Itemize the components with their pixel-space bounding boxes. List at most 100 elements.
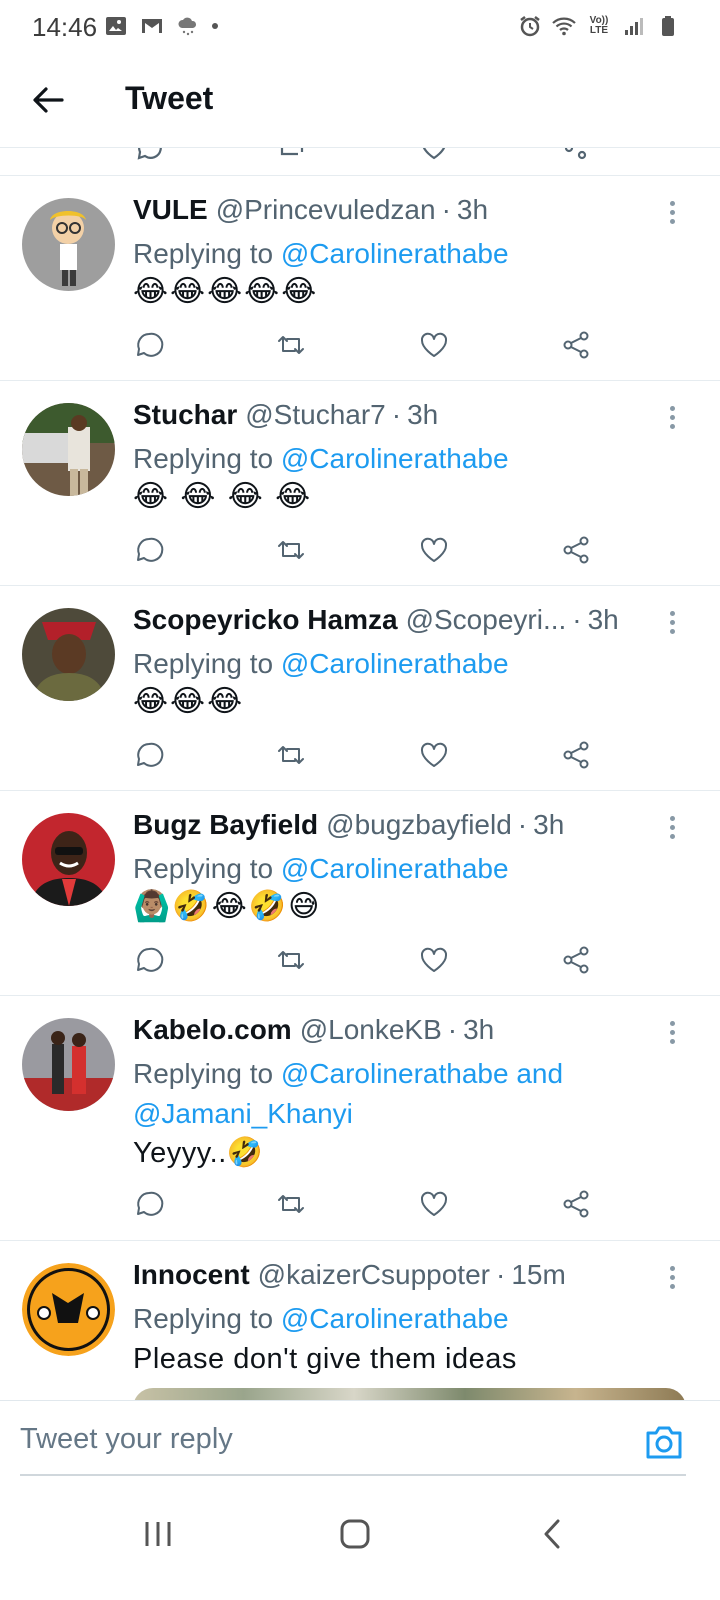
reply-icon[interactable] xyxy=(133,329,167,363)
retweet-icon[interactable] xyxy=(275,329,309,363)
retweet-icon[interactable] xyxy=(278,148,306,162)
avatar[interactable] xyxy=(22,198,115,291)
share-icon[interactable] xyxy=(560,534,594,568)
author-name[interactable]: Bugz Bayfield xyxy=(133,809,318,841)
back-icon xyxy=(544,1519,560,1549)
replying-prefix: Replying to xyxy=(133,238,281,269)
author-handle[interactable]: @Princevuledzan xyxy=(216,194,436,226)
author-name[interactable]: Kabelo.com xyxy=(133,1014,292,1046)
tweet-actions xyxy=(133,534,603,570)
author-name[interactable]: VULE xyxy=(133,194,208,226)
reply-icon[interactable] xyxy=(133,739,167,773)
share-icon[interactable] xyxy=(560,739,594,773)
reply-icon[interactable] xyxy=(133,944,167,978)
app-header: Tweet xyxy=(0,56,720,148)
tweet-text: 😂 😂 😂 😂 xyxy=(133,480,313,513)
replying-to: Replying to @Carolinerathabe xyxy=(133,849,660,889)
page-title: Tweet xyxy=(125,80,214,116)
like-icon[interactable] xyxy=(418,534,452,568)
composer-underline xyxy=(20,1474,686,1476)
status-bar: 14:46 Vo)) LTE xyxy=(0,0,720,56)
share-icon[interactable] xyxy=(560,944,594,978)
weather-icon xyxy=(176,14,200,38)
reply-input[interactable] xyxy=(20,1413,620,1465)
reply-icon[interactable] xyxy=(133,534,167,568)
tweet-header: Bugz Bayfield @bugzbayfield · 3h xyxy=(133,809,670,845)
tweet-text: 😂😂😂😂😂 xyxy=(133,275,319,308)
back-arrow-button[interactable] xyxy=(26,78,70,122)
like-icon[interactable] xyxy=(418,1188,452,1222)
author-handle[interactable]: @bugzbayfield xyxy=(326,809,512,841)
avatar[interactable] xyxy=(22,1263,115,1356)
tweet[interactable]: Stuchar @Stuchar7 · 3h Replying to @Caro… xyxy=(0,381,720,586)
share-icon[interactable] xyxy=(560,1188,594,1222)
replies-feed[interactable]: VULE @Princevuledzan · 3h Replying to @C… xyxy=(0,148,720,1428)
replying-prefix: Replying to xyxy=(133,1058,281,1089)
tweet-header: VULE @Princevuledzan · 3h xyxy=(133,194,670,230)
mention-link[interactable]: @Carolinerathabe xyxy=(281,238,509,269)
more-options-button[interactable] xyxy=(660,608,684,638)
tweet-time: 3h xyxy=(456,194,489,225)
retweet-icon[interactable] xyxy=(275,944,309,978)
more-options-button[interactable] xyxy=(660,813,684,843)
like-icon[interactable] xyxy=(418,739,452,773)
author-handle[interactable]: @kaizerCsuppoter xyxy=(258,1259,490,1291)
tweet[interactable]: Kabelo.com @LonkeKB · 3h Replying to @Ca… xyxy=(0,996,720,1241)
mention-link[interactable]: @Carolinerathabe xyxy=(281,853,509,884)
like-icon[interactable] xyxy=(418,944,452,978)
nav-back-button[interactable] xyxy=(530,1510,578,1558)
author-handle[interactable]: @Scopeyri... xyxy=(406,604,567,636)
tweet-actions xyxy=(133,944,603,980)
recents-icon xyxy=(145,1522,171,1546)
mention-link[interactable]: @Carolinerathabe xyxy=(281,1303,509,1334)
author-name[interactable]: Stuchar xyxy=(133,399,237,431)
avatar[interactable] xyxy=(22,1018,115,1111)
retweet-icon[interactable] xyxy=(275,739,309,773)
separator-dot: · xyxy=(441,194,451,225)
mention-link[interactable]: @Carolinerathabe xyxy=(281,648,509,679)
more-options-button[interactable] xyxy=(660,403,684,433)
mention-link[interactable]: @Carolinerathabe xyxy=(281,443,509,474)
author-name[interactable]: Scopeyricko Hamza xyxy=(133,604,398,636)
tweet-header: Kabelo.com @LonkeKB · 3h xyxy=(133,1014,670,1050)
avatar[interactable] xyxy=(22,403,115,496)
tweet-time: 3h xyxy=(587,604,619,635)
author-handle[interactable]: @Stuchar7 xyxy=(245,399,386,431)
reply-icon[interactable] xyxy=(135,148,163,162)
separator-dot: · xyxy=(447,1014,458,1045)
camera-button[interactable] xyxy=(644,1423,684,1461)
like-icon[interactable] xyxy=(418,329,452,363)
tweet-time: 3h xyxy=(533,809,565,840)
more-options-button[interactable] xyxy=(660,1263,684,1293)
like-icon[interactable] xyxy=(420,148,448,162)
replying-prefix: Replying to xyxy=(133,443,281,474)
arrow-left-icon xyxy=(33,87,64,113)
replying-to: Replying to @Carolinerathabe xyxy=(133,234,660,274)
share-icon[interactable] xyxy=(560,329,594,363)
replying-prefix: Replying to xyxy=(133,648,281,679)
reply-icon[interactable] xyxy=(133,1188,167,1222)
tweet-header: Scopeyricko Hamza @Scopeyri... · 3h xyxy=(133,604,670,640)
more-notifications-dot xyxy=(212,23,218,29)
tweet-actions xyxy=(133,1188,603,1224)
replying-prefix: Replying to xyxy=(133,1303,281,1334)
avatar[interactable] xyxy=(22,813,115,906)
tweet[interactable]: Scopeyricko Hamza @Scopeyri... · 3h Repl… xyxy=(0,586,720,791)
replying-to: Replying to @Carolinerathabe xyxy=(133,439,660,479)
more-options-button[interactable] xyxy=(660,1018,684,1048)
more-options-button[interactable] xyxy=(660,198,684,228)
signal-icon xyxy=(622,14,646,38)
retweet-icon[interactable] xyxy=(275,534,309,568)
author-handle[interactable]: @LonkeKB xyxy=(300,1014,442,1046)
tweet[interactable]: Bugz Bayfield @bugzbayfield · 3h Replyin… xyxy=(0,791,720,996)
status-time: 14:46 xyxy=(32,12,98,42)
retweet-icon[interactable] xyxy=(275,1188,309,1222)
author-name[interactable]: Innocent xyxy=(133,1259,250,1291)
tweet[interactable]: VULE @Princevuledzan · 3h Replying to @C… xyxy=(0,176,720,381)
camera-icon xyxy=(646,1426,682,1459)
share-icon[interactable] xyxy=(562,148,590,162)
avatar[interactable] xyxy=(22,608,115,701)
recents-button[interactable] xyxy=(134,1510,182,1558)
home-button[interactable] xyxy=(332,1510,380,1558)
tweet-time: 15m xyxy=(511,1259,566,1290)
